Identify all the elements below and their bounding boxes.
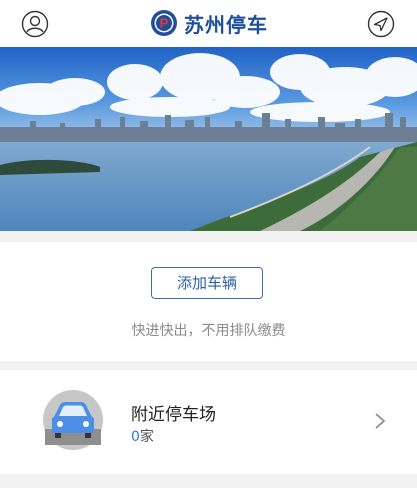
brand-name: 苏州停车: [184, 12, 268, 37]
user-icon[interactable]: [21, 10, 49, 38]
nearby-parking-count: 0家: [131, 426, 154, 446]
add-vehicle-button[interactable]: 添加车辆: [151, 267, 263, 299]
add-vehicle-card: 添加车辆 快进快出，不用排队缴费: [0, 242, 417, 361]
nearby-parking-row[interactable]: 附近停车场 0家: [0, 370, 417, 474]
nearby-count-unit: 家: [139, 429, 154, 445]
svg-text:P: P: [160, 16, 169, 31]
chevron-right-icon: [375, 413, 386, 429]
add-vehicle-tagline: 快进快出，不用排队缴费: [131, 323, 286, 339]
app-header: P 苏州停车: [0, 0, 417, 47]
brand-logo: P 苏州停车: [150, 9, 268, 37]
city-banner-image: [0, 47, 417, 231]
navigation-arrow-icon[interactable]: [367, 10, 395, 38]
nearby-parking-title: 附近停车场: [131, 405, 216, 425]
nearby-count-value: 0: [131, 429, 140, 445]
car-icon: [43, 390, 103, 450]
parking-logo-icon: P: [151, 10, 177, 36]
